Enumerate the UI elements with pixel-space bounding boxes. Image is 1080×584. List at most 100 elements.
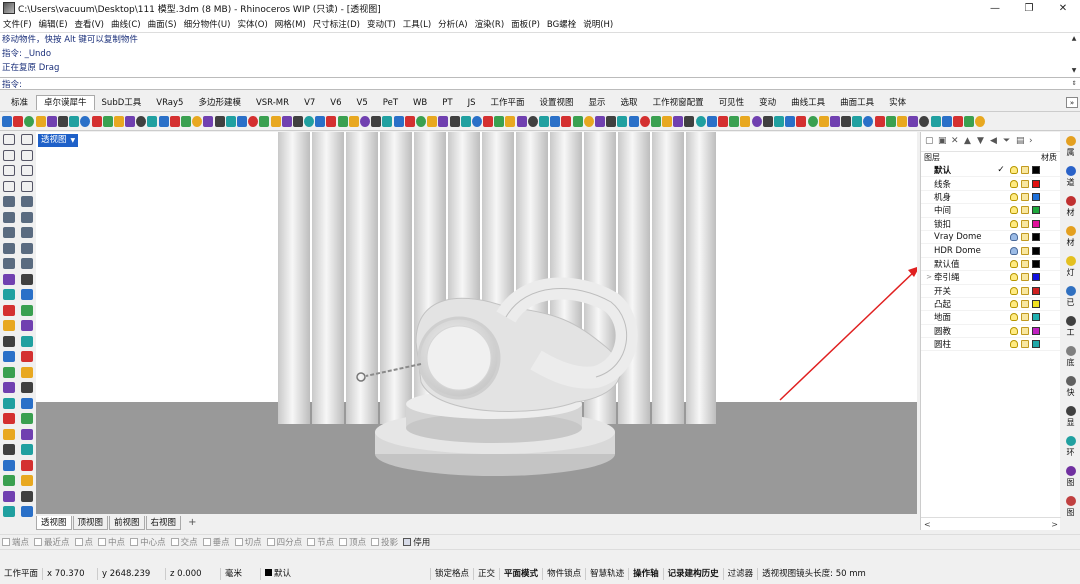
toolbar-tool-icon[interactable] (628, 115, 639, 127)
osnap-checkbox[interactable] (202, 538, 211, 546)
layer-visible-bulb-icon[interactable] (1010, 219, 1018, 228)
menu-item[interactable]: 面板(P) (511, 18, 540, 30)
toolbar-tool-icon[interactable] (975, 115, 986, 127)
toolbar-tool-icon[interactable] (203, 115, 214, 127)
toolbar-tool-icon[interactable] (248, 115, 259, 127)
toolbar-tool-icon[interactable] (829, 115, 840, 127)
move-down-icon[interactable]: ▼ (977, 137, 986, 146)
toolbar-tool-icon[interactable] (516, 115, 527, 127)
side-panel-tab[interactable]: 图 (1061, 492, 1080, 522)
palette-tool-icon[interactable] (21, 351, 33, 363)
toolbar-tool-icon[interactable] (818, 115, 829, 127)
toolbar-tab[interactable]: 变动 (752, 96, 784, 110)
osnap-option[interactable]: 中心点 (130, 536, 166, 548)
toolbar-tool-icon[interactable] (415, 115, 426, 127)
add-viewport-tab-icon[interactable]: + (188, 517, 196, 528)
command-spin-icon[interactable]: ⇕ (1070, 80, 1078, 88)
toolbar-tab[interactable]: 标准 (4, 96, 36, 110)
toolbar-tool-icon[interactable] (550, 115, 561, 127)
layer-lock-icon[interactable] (1021, 326, 1029, 335)
layer-color-swatch[interactable] (1032, 259, 1040, 268)
osnap-option[interactable]: 投影 (371, 536, 398, 548)
layer-visible-bulb-icon[interactable] (1010, 259, 1018, 268)
toolbar-tool-icon[interactable] (964, 115, 975, 127)
layer-row[interactable]: 开关 (921, 285, 1060, 298)
status-gumball[interactable]: 操作轴 (629, 568, 664, 580)
toolbar-tool-icon[interactable] (505, 115, 516, 127)
toolbar-tab[interactable]: VRay5 (149, 96, 191, 110)
side-panel-tab[interactable]: 底 (1061, 342, 1080, 372)
osnap-option[interactable]: 交点 (170, 536, 198, 548)
status-units[interactable]: 毫米 (221, 568, 262, 580)
palette-tool-icon[interactable] (21, 165, 33, 177)
palette-tool-icon[interactable] (21, 134, 33, 146)
layers-horizontal-scroll[interactable]: < > (921, 517, 1061, 530)
osnap-option[interactable]: 点 (74, 536, 93, 548)
palette-tool-icon[interactable] (21, 413, 33, 425)
toolbar-tab[interactable]: 曲面工具 (833, 96, 882, 110)
layer-visible-bulb-icon[interactable] (1010, 179, 1018, 188)
menu-item[interactable]: 曲线(C) (111, 18, 141, 30)
osnap-checkbox[interactable] (130, 538, 139, 546)
toolbar-tab[interactable]: 卓尔谟犀牛 (36, 95, 95, 110)
toolbar-tool-icon[interactable] (125, 115, 136, 127)
toolbar-tab[interactable]: 设置视图 (533, 96, 582, 110)
toolbar-tool-icon[interactable] (650, 115, 661, 127)
toolbar-tool-icon[interactable] (695, 115, 706, 127)
toolbar-tool-icon[interactable] (315, 115, 326, 127)
side-panel-tab[interactable]: 快 (1061, 372, 1080, 402)
layer-lock-icon[interactable] (1021, 192, 1029, 201)
layer-lock-icon[interactable] (1021, 300, 1029, 309)
toolbar-tab[interactable]: PeT (376, 96, 406, 110)
scroll-left-icon[interactable]: < (924, 520, 931, 529)
palette-tool-icon[interactable] (21, 459, 33, 471)
toolbar-tool-icon[interactable] (113, 115, 124, 127)
toolbar-tab[interactable]: 选取 (614, 96, 646, 110)
layer-expand-icon[interactable]: > (924, 273, 934, 281)
layer-visible-bulb-icon[interactable] (1010, 192, 1018, 201)
history-scroll-up-icon[interactable]: ▲ (1070, 35, 1078, 43)
layer-visible-bulb-icon[interactable] (1010, 273, 1018, 282)
layer-row[interactable]: 默认 ✓ (921, 164, 1060, 178)
menu-item[interactable]: 说明(H) (583, 18, 613, 30)
toolbar-tool-icon[interactable] (259, 115, 270, 127)
toolbar-tool-icon[interactable] (941, 115, 952, 127)
toolbar-tool-icon[interactable] (885, 115, 896, 127)
toolbar-tool-icon[interactable] (35, 115, 46, 127)
toolbar-tool-icon[interactable] (751, 115, 762, 127)
layer-lock-icon[interactable] (1021, 340, 1029, 349)
filter-icon[interactable]: ⏷ (1003, 137, 1012, 146)
move-out-icon[interactable]: ◀ (990, 137, 999, 146)
osnap-checkbox[interactable] (307, 538, 316, 546)
toolbar-tool-icon[interactable] (158, 115, 169, 127)
toolbar-tab[interactable]: 可见性 (712, 96, 753, 110)
layer-row[interactable]: 中间 (921, 204, 1060, 218)
toolbar-tab[interactable]: 工作平面 (484, 96, 533, 110)
status-grid-snap[interactable]: 锁定格点 (431, 568, 475, 580)
toolbar-tab[interactable]: 工作视窗配置 (646, 96, 712, 110)
layer-visible-bulb-icon[interactable] (1010, 286, 1018, 295)
viewport-tab-perspective[interactable]: 透视图 (36, 515, 72, 530)
palette-tool-icon[interactable] (21, 397, 33, 409)
layer-color-swatch[interactable] (1032, 219, 1040, 228)
palette-tool-icon[interactable] (3, 475, 15, 487)
command-input[interactable] (23, 78, 1080, 89)
toolbar-tool-icon[interactable] (930, 115, 941, 127)
layer-color-swatch[interactable] (1032, 326, 1040, 335)
toolbar-tool-icon[interactable] (371, 115, 382, 127)
layer-color-swatch[interactable] (1032, 179, 1040, 188)
osnap-option[interactable]: 四分点 (266, 536, 302, 548)
layer-visible-bulb-icon[interactable] (1010, 340, 1018, 349)
toolbar-tool-icon[interactable] (583, 115, 594, 127)
osnap-checkbox[interactable] (74, 538, 83, 546)
layer-color-swatch[interactable] (1032, 192, 1040, 201)
menu-item[interactable]: BG螺栓 (547, 18, 576, 30)
layer-lock-icon[interactable] (1021, 206, 1029, 215)
toolbar-tool-icon[interactable] (438, 115, 449, 127)
layer-row[interactable]: 线条 (921, 177, 1060, 191)
osnap-option[interactable]: 中点 (98, 536, 125, 548)
layer-lock-icon[interactable] (1021, 286, 1029, 295)
menu-item[interactable]: 尺寸标注(D) (313, 18, 360, 30)
toolbar-tool-icon[interactable] (80, 115, 91, 127)
layer-color-swatch[interactable] (1032, 206, 1040, 215)
